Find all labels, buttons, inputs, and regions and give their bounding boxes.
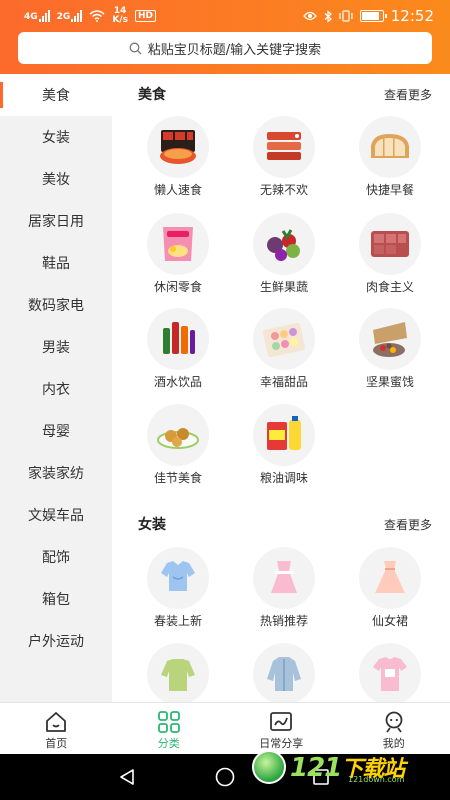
denim-jacket-icon <box>253 643 315 702</box>
subcategory-label: 坚果蜜饯 <box>365 375 414 389</box>
home-icon <box>46 712 67 732</box>
share-icon <box>270 712 293 731</box>
status-time: 12:52 <box>390 7 434 25</box>
subcategory-item[interactable]: 生鲜果蔬 <box>231 213 337 295</box>
subcategory-label: 无辣不欢 <box>259 183 308 197</box>
subcategory-item[interactable]: 佳节美食 <box>125 404 231 486</box>
hd-badge: HD <box>134 10 156 22</box>
see-more-link[interactable]: 查看更多 <box>384 86 432 103</box>
snack-bag-icon <box>147 213 209 275</box>
fruit-icon <box>253 213 315 275</box>
category-item[interactable]: 美食 <box>0 74 112 116</box>
see-more-link[interactable]: 查看更多 <box>384 516 432 533</box>
subcategory-item[interactable]: 休闲零食 <box>125 213 231 295</box>
signal-icon: 4G <box>24 10 50 22</box>
back-icon[interactable] <box>118 768 136 786</box>
home-circle-icon[interactable] <box>215 767 235 787</box>
vibrate-icon <box>339 10 353 22</box>
subcategory-item[interactable] <box>337 643 443 702</box>
subcategory-item[interactable]: 热销推荐 <box>231 547 337 629</box>
subcategory-item[interactable]: 肉食主义 <box>337 213 443 295</box>
subcategory-label: 生鲜果蔬 <box>259 280 308 294</box>
category-item[interactable]: 母婴 <box>0 410 112 452</box>
section-header: 女装 查看更多 <box>112 514 450 534</box>
subcategory-item[interactable]: 仙女裙 <box>337 547 443 629</box>
blouse-icon <box>147 547 209 609</box>
user-icon <box>385 711 403 733</box>
subcategory-item[interactable]: 快捷早餐 <box>337 116 443 198</box>
category-item[interactable]: 女装 <box>0 116 112 158</box>
network-badge-1: 4G <box>24 12 38 22</box>
macaron-icon <box>253 308 315 370</box>
mooncake-icon <box>147 404 209 466</box>
signal-icon-2: 2G <box>57 10 83 22</box>
search-bar[interactable]: 粘贴宝贝标题/输入关键字搜索 <box>18 32 432 64</box>
category-item[interactable]: 文娱车品 <box>0 494 112 536</box>
subcategory-label: 粮油调味 <box>259 471 308 485</box>
category-item[interactable]: 居家日用 <box>0 200 112 242</box>
category-sidebar: 美食 女装 美妆 居家日用 鞋品 数码家电 男装 内衣 母婴 家装家纺 文娱车品 配饰 箱包 户外运动 <box>0 74 112 702</box>
subcategory-label: 春装上新 <box>153 614 202 628</box>
bluetooth-icon <box>324 9 332 23</box>
wifi-icon <box>89 10 105 22</box>
subcategory-item[interactable]: 酒水饮品 <box>125 308 231 390</box>
bread-icon <box>359 116 421 178</box>
subcategory-item[interactable]: 懒人速食 <box>125 116 231 198</box>
subcategory-item[interactable]: 坚果蜜饯 <box>337 308 443 390</box>
subcategory-item[interactable]: 幸福甜品 <box>231 308 337 390</box>
oil-icon <box>253 404 315 466</box>
sweater-icon <box>147 643 209 702</box>
eye-icon <box>302 11 317 21</box>
grid-icon <box>157 711 180 733</box>
category-content: 美食 查看更多 懒人速食 无辣不欢 快捷早餐 休闲零食 生鲜果蔬 肉食主义 酒水饮品 幸福甜品 坚果… <box>112 74 450 702</box>
subcategory-label: 佳节美食 <box>153 471 202 485</box>
section-title: 女装 <box>138 517 166 533</box>
section-header: 美食 查看更多 <box>112 84 450 104</box>
category-item[interactable]: 箱包 <box>0 578 112 620</box>
tab-home-label: 首页 <box>45 737 68 750</box>
subcategory-label: 肉食主义 <box>365 280 414 294</box>
tab-home[interactable]: 首页 <box>0 703 113 754</box>
subcategory-item[interactable] <box>125 643 231 702</box>
search-icon <box>129 42 142 54</box>
category-item[interactable]: 配饰 <box>0 536 112 578</box>
subcategory-item[interactable]: 粮油调味 <box>231 404 337 486</box>
category-item[interactable]: 男装 <box>0 326 112 368</box>
category-item[interactable]: 鞋品 <box>0 242 112 284</box>
search-placeholder: 粘贴宝贝标题/输入关键字搜索 <box>147 42 322 58</box>
drinks-icon <box>147 308 209 370</box>
site-watermark-logo: 121下载站 121down.com <box>252 743 438 791</box>
subcategory-label: 懒人速食 <box>153 183 202 197</box>
meat-icon <box>359 213 421 275</box>
tab-category-label: 分类 <box>157 737 180 750</box>
category-item[interactable]: 内衣 <box>0 368 112 410</box>
section-title: 美食 <box>138 87 166 103</box>
instant-food-icon <box>147 116 209 178</box>
subcategory-label: 仙女裙 <box>371 614 408 628</box>
subcategory-label: 热销推荐 <box>259 614 308 628</box>
subcategory-item[interactable]: 无辣不欢 <box>231 116 337 198</box>
category-item[interactable]: 美妆 <box>0 158 112 200</box>
category-item[interactable]: 家装家纺 <box>0 452 112 494</box>
subcategory-item[interactable]: 春装上新 <box>125 547 231 629</box>
subcategory-label: 休闲零食 <box>153 280 202 294</box>
dress-pink-icon <box>253 547 315 609</box>
network-badge-2: 2G <box>56 12 71 22</box>
subcategory-label: 酒水饮品 <box>153 375 202 389</box>
dress-peach-icon <box>359 547 421 609</box>
category-item[interactable]: 数码家电 <box>0 284 112 326</box>
spicy-meat-icon <box>253 116 315 178</box>
net-speed: 14 K/s <box>112 6 128 25</box>
category-item[interactable]: 户外运动 <box>0 620 112 662</box>
subcategory-item[interactable] <box>231 643 337 702</box>
subcategory-label: 幸福甜品 <box>259 375 308 389</box>
battery-icon <box>359 10 387 22</box>
tab-category[interactable]: 分类 <box>113 703 226 754</box>
status-bar: 4G 2G 14 K/s HD 12:52 <box>0 0 450 32</box>
tshirt-icon <box>359 643 421 702</box>
subcategory-label: 快捷早餐 <box>365 183 414 197</box>
nuts-icon <box>359 308 421 370</box>
